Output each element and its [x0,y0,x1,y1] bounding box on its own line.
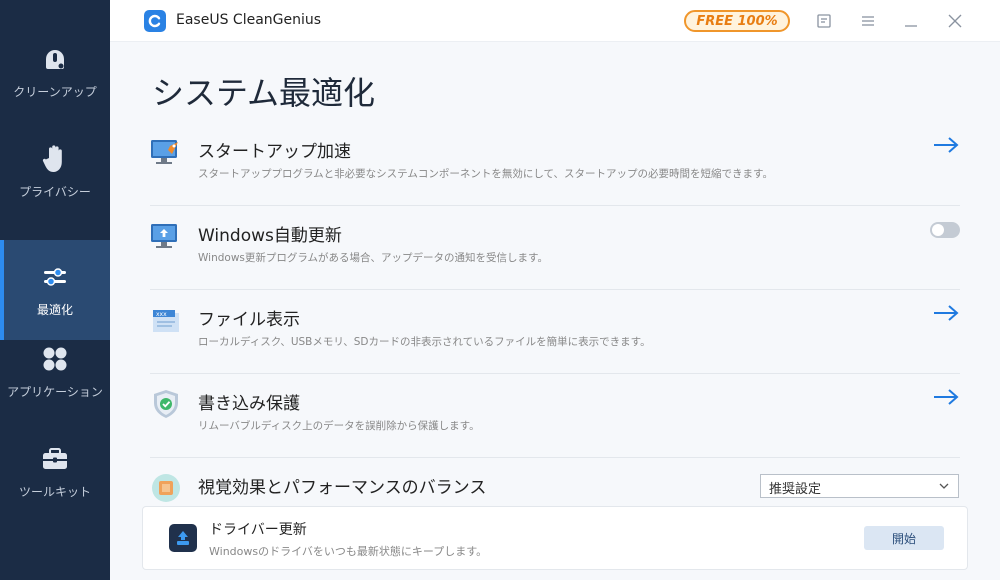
minimize-icon[interactable] [901,11,921,31]
sliders-icon [41,263,69,291]
windows-update-row: Windows自動更新 Windows更新プログラムがある場合、アップデータの通… [150,206,960,290]
startup-rocket-icon [150,136,182,168]
shield-check-icon [150,388,182,420]
file-display-row[interactable]: xxx ファイル表示 ローカルディスク、USBメモリ、SDカードの非表示されてい… [150,290,960,374]
row-title: 視覚効果とパフォーマンスのバランス [198,478,487,498]
write-protect-row[interactable]: 書き込み保護 リムーバブルディスク上のデータを誤削除から保護します。 [150,374,960,458]
hidden-file-icon: xxx [150,304,182,336]
sidebar-item-label: ツールキット [18,484,91,499]
sidebar-item-toolkit[interactable]: ツールキット [0,422,110,522]
performance-select[interactable]: 推奨設定 [760,474,959,498]
sidebar-item-label: 最適化 [36,302,73,317]
svg-text:xxx: xxx [156,311,167,318]
toggle-knob [932,224,944,236]
performance-chip-icon [150,472,182,504]
arrow-right-icon[interactable] [932,134,960,156]
sidebar: クリーンアップ プライバシー 最適化 アプリケーション ツールキット [0,0,110,580]
page-title: システム最適化 [152,74,376,112]
app-title: EaseUS CleanGenius [176,12,322,28]
sidebar-item-label: プライバシー [19,184,91,199]
app-logo-icon [144,10,166,32]
row-title: Windows自動更新 [198,226,342,246]
driver-update-icon [169,524,197,552]
sidebar-item-label: アプリケーション [7,384,103,399]
chevron-down-icon [938,480,950,496]
arrow-right-icon[interactable] [932,302,960,324]
row-title: スタートアップ加速 [198,142,351,162]
row-title: ファイル表示 [198,310,300,330]
start-button[interactable]: 開始 [864,526,944,550]
toolbox-icon [41,445,69,473]
driver-update-card: ドライバー更新 Windowsのドライバをいつも最新状態にキープします。 開始 [142,506,968,570]
windows-update-icon [150,220,182,252]
sidebar-item-label: クリーンアップ [13,84,97,99]
row-description: Windows更新プログラムがある場合、アップデータの通知を受信します。 [198,252,549,264]
select-value: 推奨設定 [769,482,822,497]
row-description: リムーバブルディスク上のデータを誤削除から保護します。 [198,420,480,432]
row-description: スタートアッププログラムと非必要なシステムコンポーネントを無効にして、スタートア… [198,168,773,180]
hand-icon [41,144,69,173]
row-description: ローカルディスク、USBメモリ、SDカードの非表示されているファイルを簡単に表示… [198,336,651,348]
feedback-icon[interactable] [814,11,834,31]
windows-update-toggle[interactable] [930,222,960,238]
apps-icon [41,345,69,373]
title-bar: EaseUS CleanGenius FREE 100% [110,0,1000,42]
card-title: ドライバー更新 [209,522,307,538]
close-icon[interactable] [945,11,965,31]
free-badge[interactable]: FREE 100% [684,10,790,32]
card-description: Windowsのドライバをいつも最新状態にキープします。 [209,545,488,558]
row-title: 書き込み保護 [198,394,300,414]
startup-boost-row[interactable]: スタートアップ加速 スタートアッププログラムと非必要なシステムコンポーネントを無… [150,122,960,206]
sidebar-item-cleanup[interactable]: クリーンアップ [0,22,110,122]
menu-icon[interactable] [858,11,878,31]
arrow-right-icon[interactable] [932,386,960,408]
broom-icon [41,45,69,73]
main-panel: システム最適化 スタートアップ加速 スタートアッププログラムと非必要なシステムコ… [110,42,1000,580]
sidebar-item-privacy[interactable]: プライバシー [0,122,110,222]
sidebar-item-applications[interactable]: アプリケーション [0,322,110,422]
